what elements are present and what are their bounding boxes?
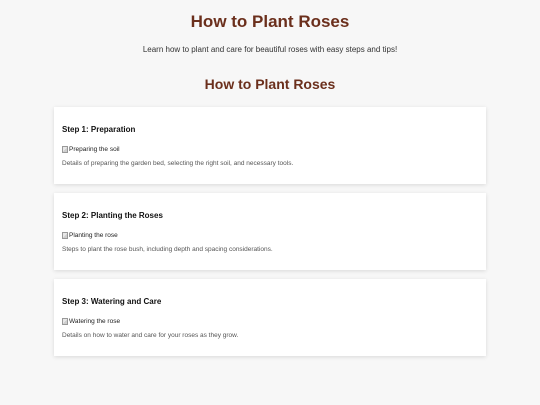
step-image: Planting the rose	[62, 230, 118, 240]
step-description: Details of preparing the garden bed, sel…	[62, 160, 294, 167]
step-image-alt: Preparing the soil	[69, 145, 120, 153]
step-description: Details on how to water and care for you…	[62, 332, 239, 339]
step-card-watering: Step 3: Watering and Care Watering the r…	[54, 279, 486, 356]
page: How to Plant Roses Learn how to plant an…	[0, 0, 540, 405]
step-image-alt: Planting the rose	[69, 231, 118, 239]
section-title: How to Plant Roses	[204, 76, 336, 92]
step-image: Preparing the soil	[62, 144, 120, 154]
step-title: Step 1: Preparation	[62, 125, 136, 134]
step-image-alt: Watering the rose	[69, 317, 121, 325]
broken-image-icon	[62, 145, 68, 153]
step-description: Steps to plant the rose bush, including …	[62, 246, 273, 253]
page-subtitle: Learn how to plant and care for beautifu…	[142, 45, 398, 54]
step-image: Watering the rose	[62, 316, 120, 326]
page-title: How to Plant Roses	[190, 12, 350, 31]
steps-list: Step 1: Preparation Preparing the soil D…	[54, 107, 486, 365]
broken-image-icon	[62, 317, 68, 325]
step-title: Step 3: Watering and Care	[62, 297, 162, 306]
step-card-planting: Step 2: Planting the Roses Planting the …	[54, 193, 486, 270]
step-title: Step 2: Planting the Roses	[62, 211, 163, 220]
broken-image-icon	[62, 231, 68, 239]
step-card-preparation: Step 1: Preparation Preparing the soil D…	[54, 107, 486, 184]
